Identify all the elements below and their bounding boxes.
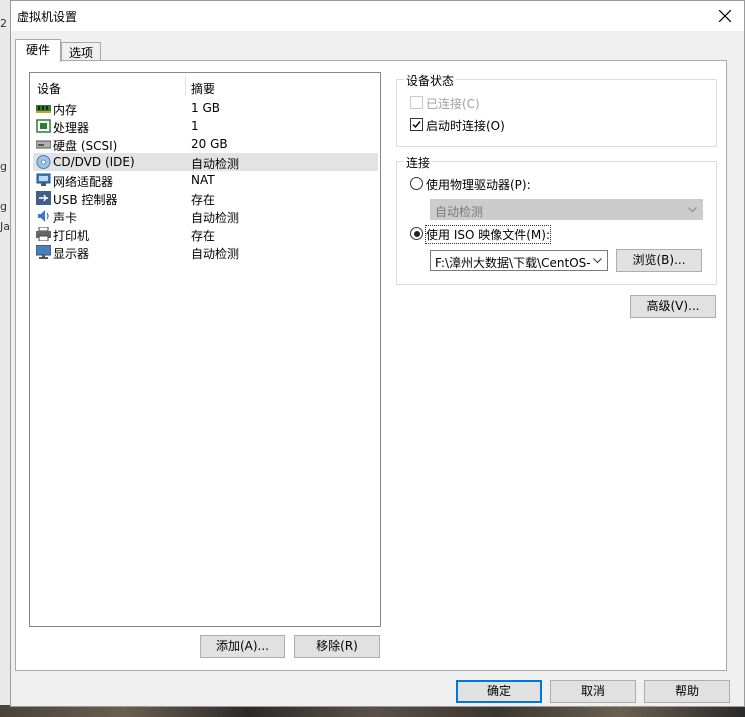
chevron-down-icon	[593, 258, 602, 264]
tab-hardware[interactable]: 硬件	[15, 39, 61, 62]
background-text: g	[0, 200, 7, 213]
device-name: 显示器	[53, 247, 90, 261]
device-summary: 自动检测	[191, 247, 240, 261]
connect-at-power-on-checkbox[interactable]	[410, 118, 423, 131]
device-summary: 1 GB	[191, 101, 220, 115]
checkmark-icon	[412, 121, 421, 129]
network-adapter-icon	[36, 173, 51, 186]
cancel-button[interactable]: 取消	[550, 680, 636, 703]
device-status-title: 设备状态	[404, 72, 457, 89]
vm-settings-dialog: 虚拟机设置 硬件 选项 设备 摘要 内存 1 GB 处理器 1 硬盘 (SCSI…	[10, 0, 745, 707]
close-icon	[719, 10, 731, 22]
help-button[interactable]: 帮助	[644, 680, 730, 703]
memory-icon	[36, 105, 51, 113]
connected-label: 已连接(C)	[426, 97, 480, 111]
window-title: 虚拟机设置	[17, 10, 78, 24]
background-text: g	[0, 160, 7, 173]
device-summary: 20 GB	[191, 137, 228, 151]
device-row-display[interactable]: 显示器 自动检测	[33, 243, 378, 261]
physical-drive-label: 使用物理驱动器(P):	[426, 178, 531, 192]
hard-disk-icon	[36, 140, 51, 149]
device-row-sound-card[interactable]: 声卡 自动检测	[33, 207, 378, 225]
device-row-processor[interactable]: 处理器 1	[33, 117, 378, 135]
device-row-printer[interactable]: 打印机 存在	[33, 225, 378, 243]
background-text: 2	[0, 17, 7, 30]
device-summary: 存在	[191, 229, 216, 243]
background-text: Ja	[0, 220, 10, 233]
radio-selected-dot	[413, 230, 420, 237]
connected-checkbox[interactable]	[410, 96, 423, 109]
sound-card-icon	[38, 210, 49, 222]
chevron-down-icon	[688, 207, 697, 213]
device-summary: 1	[191, 119, 199, 133]
title-bar: 虚拟机设置	[11, 1, 744, 31]
connection-title: 连接	[404, 154, 433, 171]
device-summary: 存在	[191, 193, 216, 207]
device-summary: NAT	[191, 173, 215, 187]
device-name: 处理器	[53, 121, 90, 135]
advanced-button[interactable]: 高级(V)...	[630, 295, 716, 318]
browse-button[interactable]: 浏览(B)...	[616, 249, 702, 272]
processor-icon	[36, 119, 51, 133]
device-row-cd-dvd[interactable]: CD/DVD (IDE) 自动检测	[33, 153, 378, 171]
device-status-group	[396, 79, 717, 147]
device-name: CD/DVD (IDE)	[53, 155, 135, 169]
column-header-device[interactable]: 设备	[37, 80, 61, 97]
ok-button[interactable]: 确定	[456, 680, 542, 703]
device-row-memory[interactable]: 内存 1 GB	[33, 99, 378, 117]
add-device-button[interactable]: 添加(A)...	[200, 635, 285, 658]
device-row-usb[interactable]: USB 控制器 存在	[33, 189, 378, 207]
iso-path-combobox[interactable]: F:\漳州大数据\下载\CentOS-	[430, 250, 608, 271]
physical-drive-value: 自动检测	[435, 205, 484, 219]
device-name: 网络适配器	[53, 175, 114, 189]
device-summary: 自动检测	[191, 157, 240, 171]
iso-image-radio[interactable]	[410, 227, 423, 240]
background-window	[0, 0, 10, 717]
printer-icon	[36, 227, 51, 241]
column-header-summary[interactable]: 摘要	[191, 80, 215, 97]
iso-path-value: F:\漳州大数据\下载\CentOS-	[435, 256, 590, 270]
physical-drive-select[interactable]: 自动检测	[430, 199, 703, 220]
connect-at-power-on-label: 启动时连接(O)	[426, 119, 505, 133]
tab-options[interactable]: 选项	[61, 42, 101, 62]
display-icon	[36, 245, 51, 259]
close-button[interactable]	[712, 4, 738, 28]
device-name: 硬盘 (SCSI)	[53, 139, 118, 153]
usb-icon	[36, 191, 51, 205]
column-separator[interactable]	[185, 76, 186, 96]
cd-dvd-icon	[36, 155, 51, 169]
device-row-hard-disk[interactable]: 硬盘 (SCSI) 20 GB	[33, 135, 378, 153]
device-name: USB 控制器	[53, 193, 118, 207]
device-list[interactable]: 设备 摘要 内存 1 GB 处理器 1 硬盘 (SCSI) 20 GB CD/D…	[29, 72, 381, 627]
device-name: 声卡	[53, 211, 78, 225]
device-name: 内存	[53, 103, 78, 117]
physical-drive-radio[interactable]	[410, 177, 423, 190]
device-name: 打印机	[53, 229, 90, 243]
remove-device-button[interactable]: 移除(R)	[294, 635, 380, 658]
device-summary: 自动检测	[191, 211, 240, 225]
device-row-network-adapter[interactable]: 网络适配器 NAT	[33, 171, 378, 189]
iso-image-label: 使用 ISO 映像文件(M):	[425, 225, 551, 244]
